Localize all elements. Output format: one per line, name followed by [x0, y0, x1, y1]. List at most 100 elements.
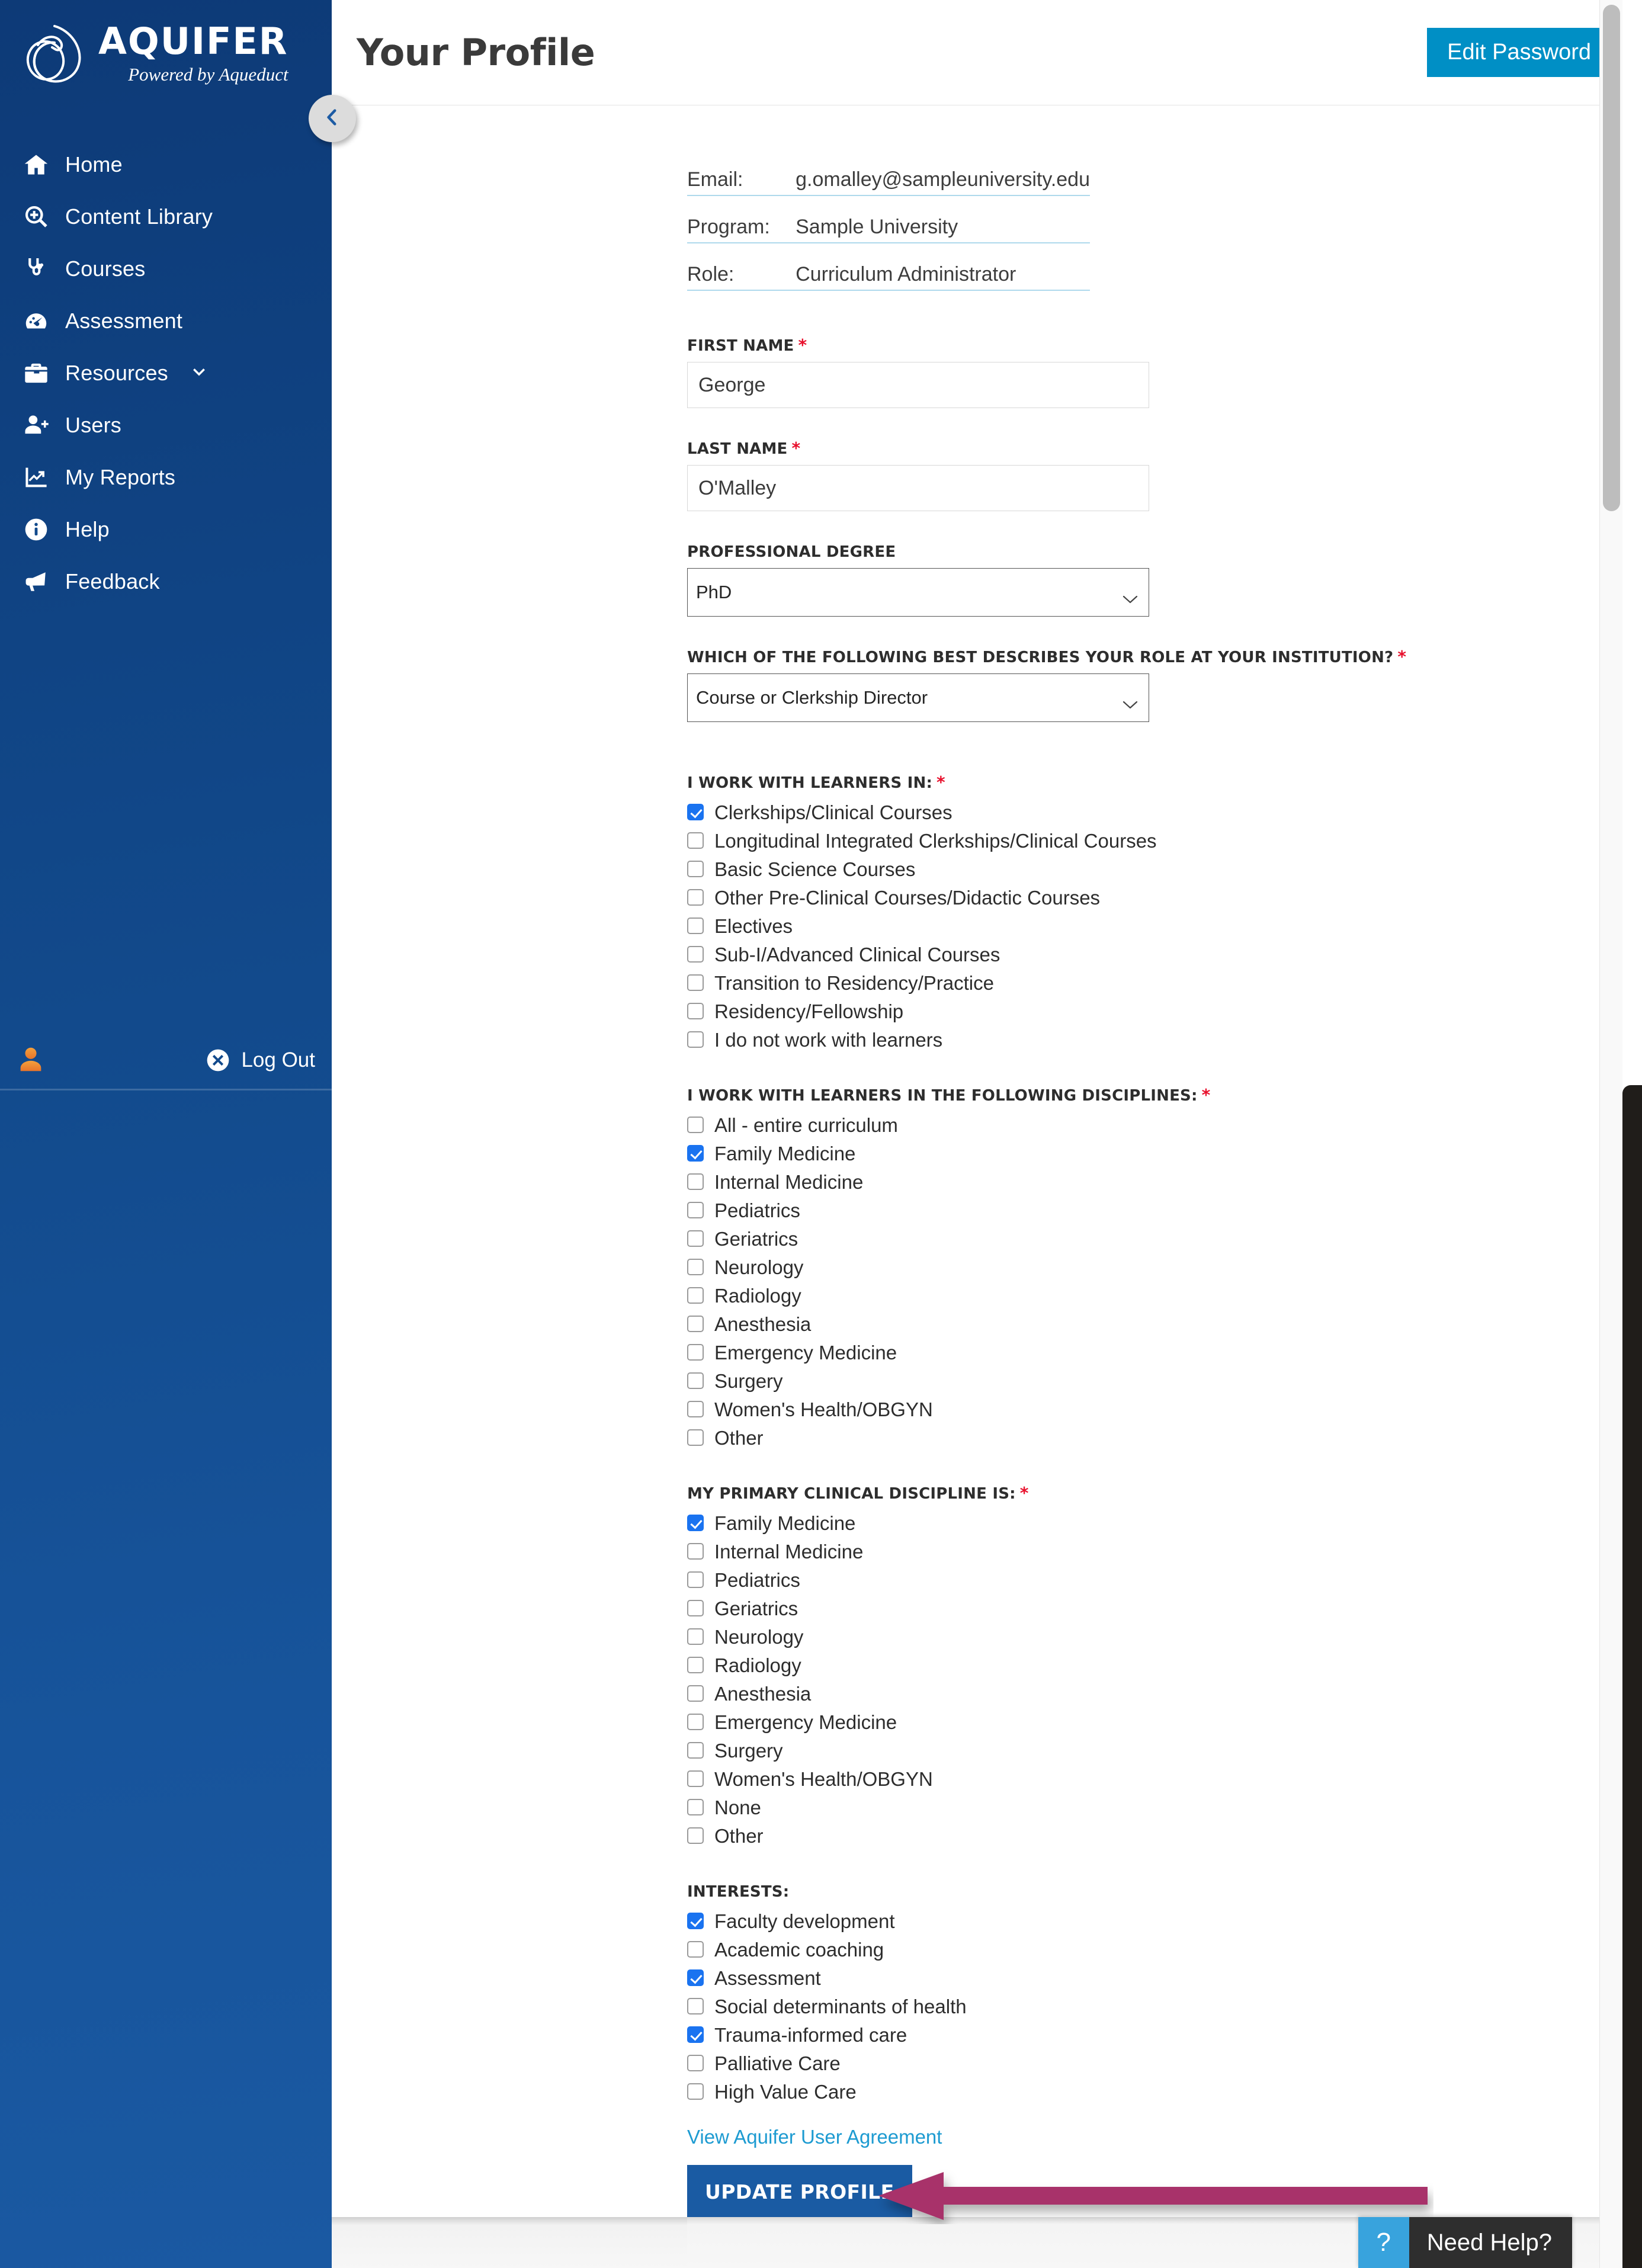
checkbox-row[interactable]: Radiology — [687, 1651, 1606, 1679]
checkbox-row[interactable]: Women's Health/OBGYN — [687, 1395, 1606, 1423]
edit-password-button[interactable]: Edit Password — [1427, 28, 1611, 78]
logout-button[interactable]: Log Out — [206, 1048, 315, 1073]
checkbox-row[interactable]: Internal Medicine — [687, 1167, 1606, 1196]
checkbox-unchecked[interactable] — [687, 1770, 704, 1787]
sidebar-item-my-reports[interactable]: My Reports — [0, 451, 332, 503]
checkbox-unchecked[interactable] — [687, 1372, 704, 1389]
checkbox-row[interactable]: Social determinants of health — [687, 1992, 1606, 2020]
checkbox-row[interactable]: Other — [687, 1821, 1606, 1850]
checkbox-unchecked[interactable] — [687, 1628, 704, 1645]
checkbox-row[interactable]: Palliative Care — [687, 2049, 1606, 2077]
checkbox-row[interactable]: Sub-I/Advanced Clinical Courses — [687, 940, 1606, 968]
checkbox-row[interactable]: Transition to Residency/Practice — [687, 968, 1606, 997]
checkbox-unchecked[interactable] — [687, 832, 704, 849]
checkbox-checked[interactable] — [687, 2026, 704, 2043]
checkbox-row[interactable]: Family Medicine — [687, 1139, 1606, 1167]
checkbox-unchecked[interactable] — [687, 861, 704, 877]
need-help-widget[interactable]: ? Need Help? — [1358, 2217, 1572, 2268]
checkbox-row[interactable]: Academic coaching — [687, 1935, 1606, 1964]
checkbox-row[interactable]: Family Medicine — [687, 1509, 1606, 1537]
checkbox-unchecked[interactable] — [687, 1316, 704, 1332]
checkbox-unchecked[interactable] — [687, 1031, 704, 1048]
checkbox-unchecked[interactable] — [687, 1600, 704, 1616]
brand[interactable]: AQUIFER Powered by Aqueduct — [0, 0, 332, 86]
checkbox-row[interactable]: Other — [687, 1423, 1606, 1452]
checkbox-unchecked[interactable] — [687, 1259, 704, 1275]
checkbox-row[interactable]: High Value Care — [687, 2077, 1606, 2106]
sidebar-item-content-library[interactable]: Content Library — [0, 191, 332, 243]
checkbox-unchecked[interactable] — [687, 1657, 704, 1673]
checkbox-unchecked[interactable] — [687, 1287, 704, 1304]
checkbox-unchecked[interactable] — [687, 2055, 704, 2071]
checkbox-row[interactable]: Surgery — [687, 1366, 1606, 1395]
sidebar-item-home[interactable]: Home — [0, 139, 332, 191]
professional-degree-select[interactable]: PhD — [687, 568, 1149, 617]
checkbox-unchecked[interactable] — [687, 1117, 704, 1133]
checkbox-row[interactable]: Emergency Medicine — [687, 1338, 1606, 1366]
sidebar-item-assessment[interactable]: Assessment — [0, 295, 332, 347]
checkbox-row[interactable]: Pediatrics — [687, 1196, 1606, 1224]
checkbox-unchecked[interactable] — [687, 1401, 704, 1417]
checkbox-unchecked[interactable] — [687, 1429, 704, 1446]
checkbox-row[interactable]: Assessment — [687, 1964, 1606, 1992]
scrollbar-thumb[interactable] — [1603, 5, 1620, 511]
checkbox-row[interactable]: Electives — [687, 912, 1606, 940]
checkbox-checked[interactable] — [687, 1913, 704, 1929]
checkbox-unchecked[interactable] — [687, 1571, 704, 1588]
checkbox-unchecked[interactable] — [687, 974, 704, 991]
checkbox-row[interactable]: Pediatrics — [687, 1566, 1606, 1594]
checkbox-row[interactable]: Surgery — [687, 1736, 1606, 1765]
checkbox-unchecked[interactable] — [687, 1714, 704, 1730]
checkbox-unchecked[interactable] — [687, 1230, 704, 1247]
checkbox-unchecked[interactable] — [687, 1941, 704, 1958]
checkbox-checked[interactable] — [687, 1145, 704, 1162]
last-name-input[interactable] — [687, 465, 1149, 511]
checkbox-checked[interactable] — [687, 804, 704, 820]
checkbox-unchecked[interactable] — [687, 1173, 704, 1190]
checkbox-unchecked[interactable] — [687, 1543, 704, 1560]
checkbox-row[interactable]: I do not work with learners — [687, 1025, 1606, 1054]
checkbox-row[interactable]: Radiology — [687, 1281, 1606, 1310]
sidebar-item-users[interactable]: Users — [0, 399, 332, 451]
checkbox-unchecked[interactable] — [687, 1003, 704, 1019]
checkbox-row[interactable]: Longitudinal Integrated Clerkships/Clini… — [687, 826, 1606, 855]
checkbox-unchecked[interactable] — [687, 1685, 704, 1702]
checkbox-unchecked[interactable] — [687, 918, 704, 934]
chevron-down-icon[interactable] — [191, 365, 207, 381]
checkbox-row[interactable]: Emergency Medicine — [687, 1708, 1606, 1736]
institution-role-select[interactable]: Course or Clerkship Director — [687, 673, 1149, 722]
checkbox-unchecked[interactable] — [687, 2083, 704, 2100]
checkbox-row[interactable]: Clerkships/Clinical Courses — [687, 798, 1606, 826]
checkbox-row[interactable]: None — [687, 1793, 1606, 1821]
sidebar-item-courses[interactable]: Courses — [0, 243, 332, 295]
checkbox-row[interactable]: Other Pre-Clinical Courses/Didactic Cour… — [687, 883, 1606, 912]
checkbox-row[interactable]: Trauma-informed care — [687, 2020, 1606, 2049]
checkbox-unchecked[interactable] — [687, 889, 704, 906]
checkbox-row[interactable]: Geriatrics — [687, 1224, 1606, 1253]
checkbox-unchecked[interactable] — [687, 1827, 704, 1844]
checkbox-row[interactable]: Neurology — [687, 1622, 1606, 1651]
checkbox-unchecked[interactable] — [687, 1344, 704, 1361]
checkbox-unchecked[interactable] — [687, 1998, 704, 2014]
vertical-scrollbar[interactable] — [1599, 0, 1622, 2268]
checkbox-row[interactable]: Faculty development — [687, 1907, 1606, 1935]
sidebar-item-help[interactable]: Help — [0, 503, 332, 556]
checkbox-row[interactable]: Basic Science Courses — [687, 855, 1606, 883]
first-name-input[interactable] — [687, 362, 1149, 408]
checkbox-unchecked[interactable] — [687, 1742, 704, 1759]
sidebar-collapse-toggle[interactable] — [309, 95, 356, 142]
checkbox-unchecked[interactable] — [687, 946, 704, 963]
sidebar-item-resources[interactable]: Resources — [0, 347, 332, 399]
checkbox-row[interactable]: All - entire curriculum — [687, 1111, 1606, 1139]
user-agreement-link[interactable]: View Aquifer User Agreement — [687, 2126, 942, 2148]
sidebar-item-feedback[interactable]: Feedback — [0, 556, 332, 608]
checkbox-checked[interactable] — [687, 1969, 704, 1986]
checkbox-row[interactable]: Residency/Fellowship — [687, 997, 1606, 1025]
update-profile-button[interactable]: UPDATE PROFILE — [687, 2165, 912, 2219]
checkbox-row[interactable]: Neurology — [687, 1253, 1606, 1281]
checkbox-checked[interactable] — [687, 1515, 704, 1531]
checkbox-row[interactable]: Women's Health/OBGYN — [687, 1765, 1606, 1793]
checkbox-unchecked[interactable] — [687, 1202, 704, 1218]
checkbox-row[interactable]: Internal Medicine — [687, 1537, 1606, 1566]
checkbox-row[interactable]: Geriatrics — [687, 1594, 1606, 1622]
